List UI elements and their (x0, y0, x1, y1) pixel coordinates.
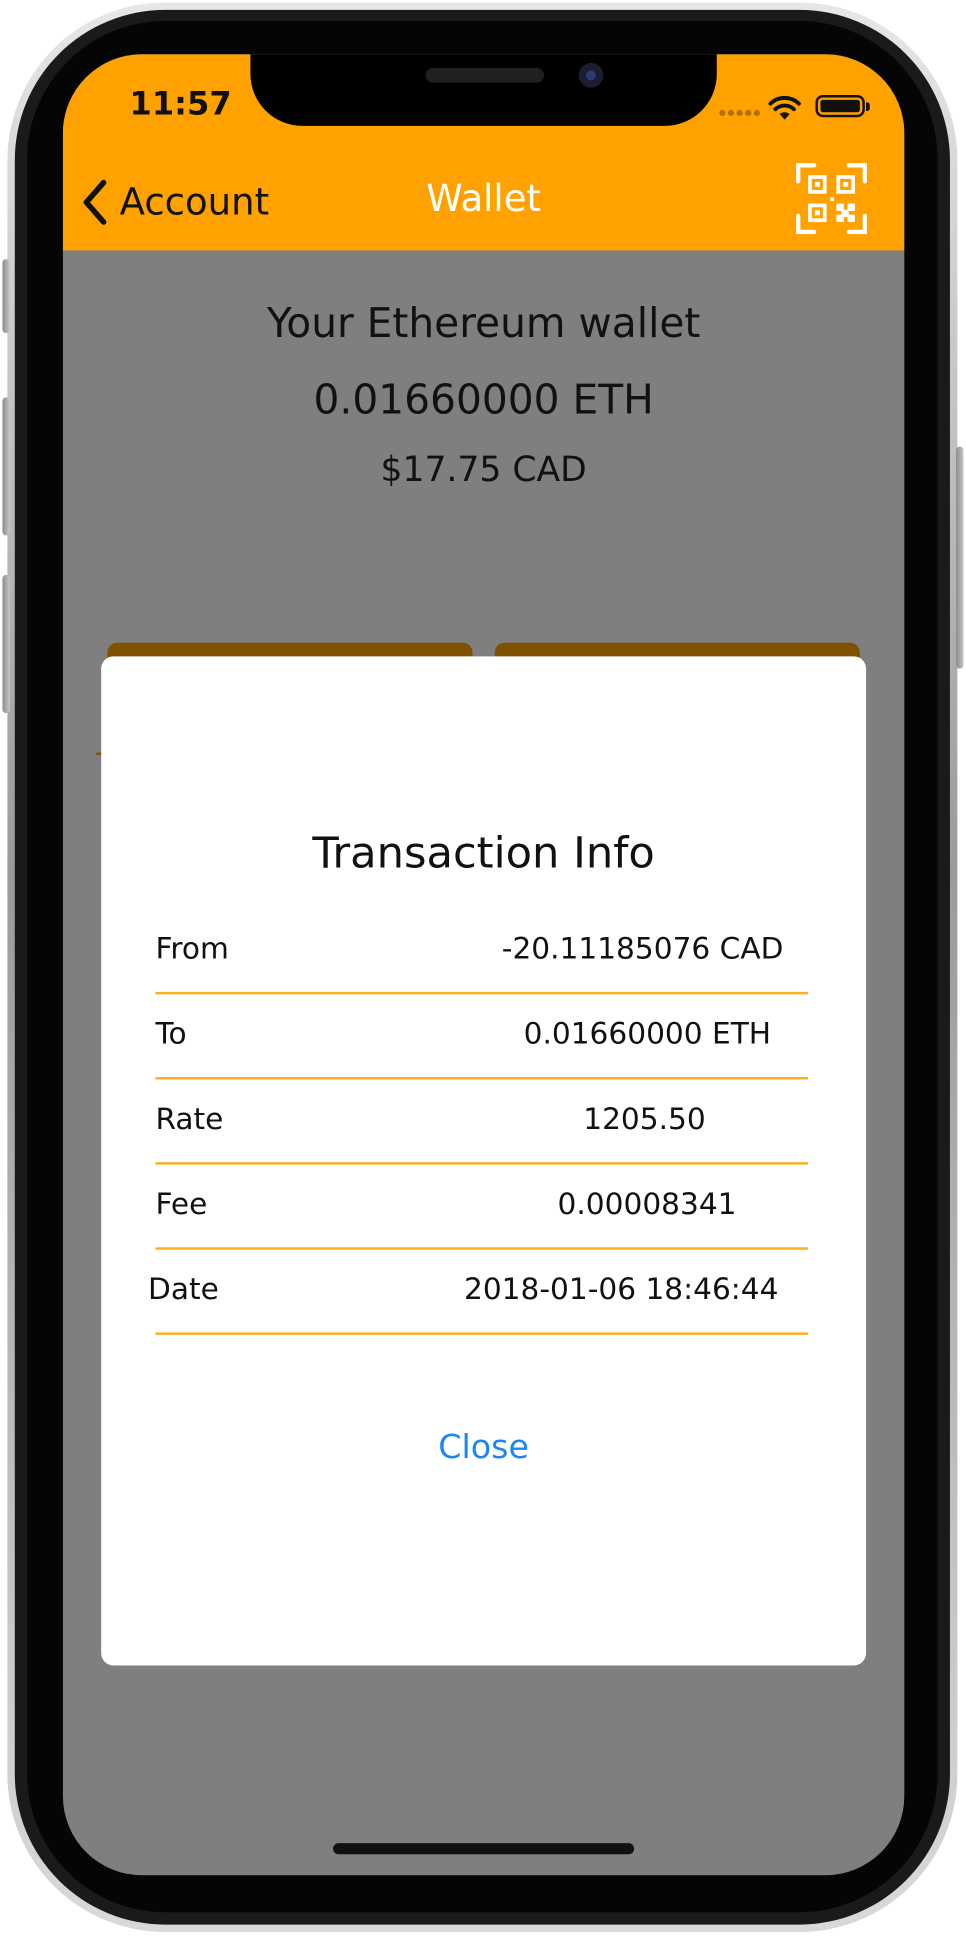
status-time: 11:57 (129, 86, 232, 124)
close-button[interactable]: Close (101, 1429, 866, 1467)
info-row-rate: Rate 1205.50 (155, 1079, 809, 1165)
transaction-info-dialog: Transaction Info From -20.11185076 CAD T… (101, 656, 867, 1666)
dialog-title: Transaction Info (312, 829, 655, 879)
wallet-title: Your Ethereum wallet (266, 298, 701, 347)
info-label: Rate (155, 1101, 224, 1137)
device-notch (250, 54, 717, 126)
info-value: 1205.50 (583, 1101, 706, 1137)
speaker-grille (425, 67, 545, 83)
app-screen: 11:57 Account Wallet Your Ethereum walle… (62, 54, 905, 1876)
camera-icon (578, 62, 604, 88)
home-indicator[interactable] (333, 1843, 635, 1855)
info-label: From (155, 931, 229, 966)
info-value: 2018-01-06 18:46:44 (463, 1271, 779, 1307)
info-row-from: From -20.11185076 CAD (155, 909, 809, 995)
info-row-to: To 0.01660000 ETH (155, 994, 809, 1080)
info-label: Fee (155, 1186, 208, 1222)
info-value: -20.11185076 CAD (501, 931, 784, 966)
wifi-icon (768, 95, 801, 120)
wallet-balance: 0.01660000 ETH (313, 375, 654, 424)
power-button (956, 446, 964, 669)
page-title: Wallet (426, 177, 541, 221)
info-row-date: Date 2018-01-06 18:46:44 (148, 1250, 809, 1335)
volume-up-button (2, 397, 10, 536)
info-value: 0.01660000 ETH (523, 1016, 772, 1052)
device-mockup: 11:57 Account Wallet Your Ethereum walle… (0, 0, 966, 1938)
info-label: To (155, 1016, 187, 1052)
qr-code-icon[interactable] (796, 163, 868, 235)
wallet-fiat-value: $17.75 CAD (380, 449, 587, 490)
battery-icon (815, 94, 870, 118)
info-value: 0.00008341 (557, 1186, 737, 1222)
info-label: Date (148, 1271, 219, 1307)
volume-down-button (2, 574, 10, 714)
navigation-bar: 11:57 Account Wallet (62, 54, 905, 251)
info-row-fee: Fee 0.00008341 (155, 1165, 809, 1250)
cellular-signal-icon (719, 109, 760, 117)
mute-switch (2, 259, 10, 334)
